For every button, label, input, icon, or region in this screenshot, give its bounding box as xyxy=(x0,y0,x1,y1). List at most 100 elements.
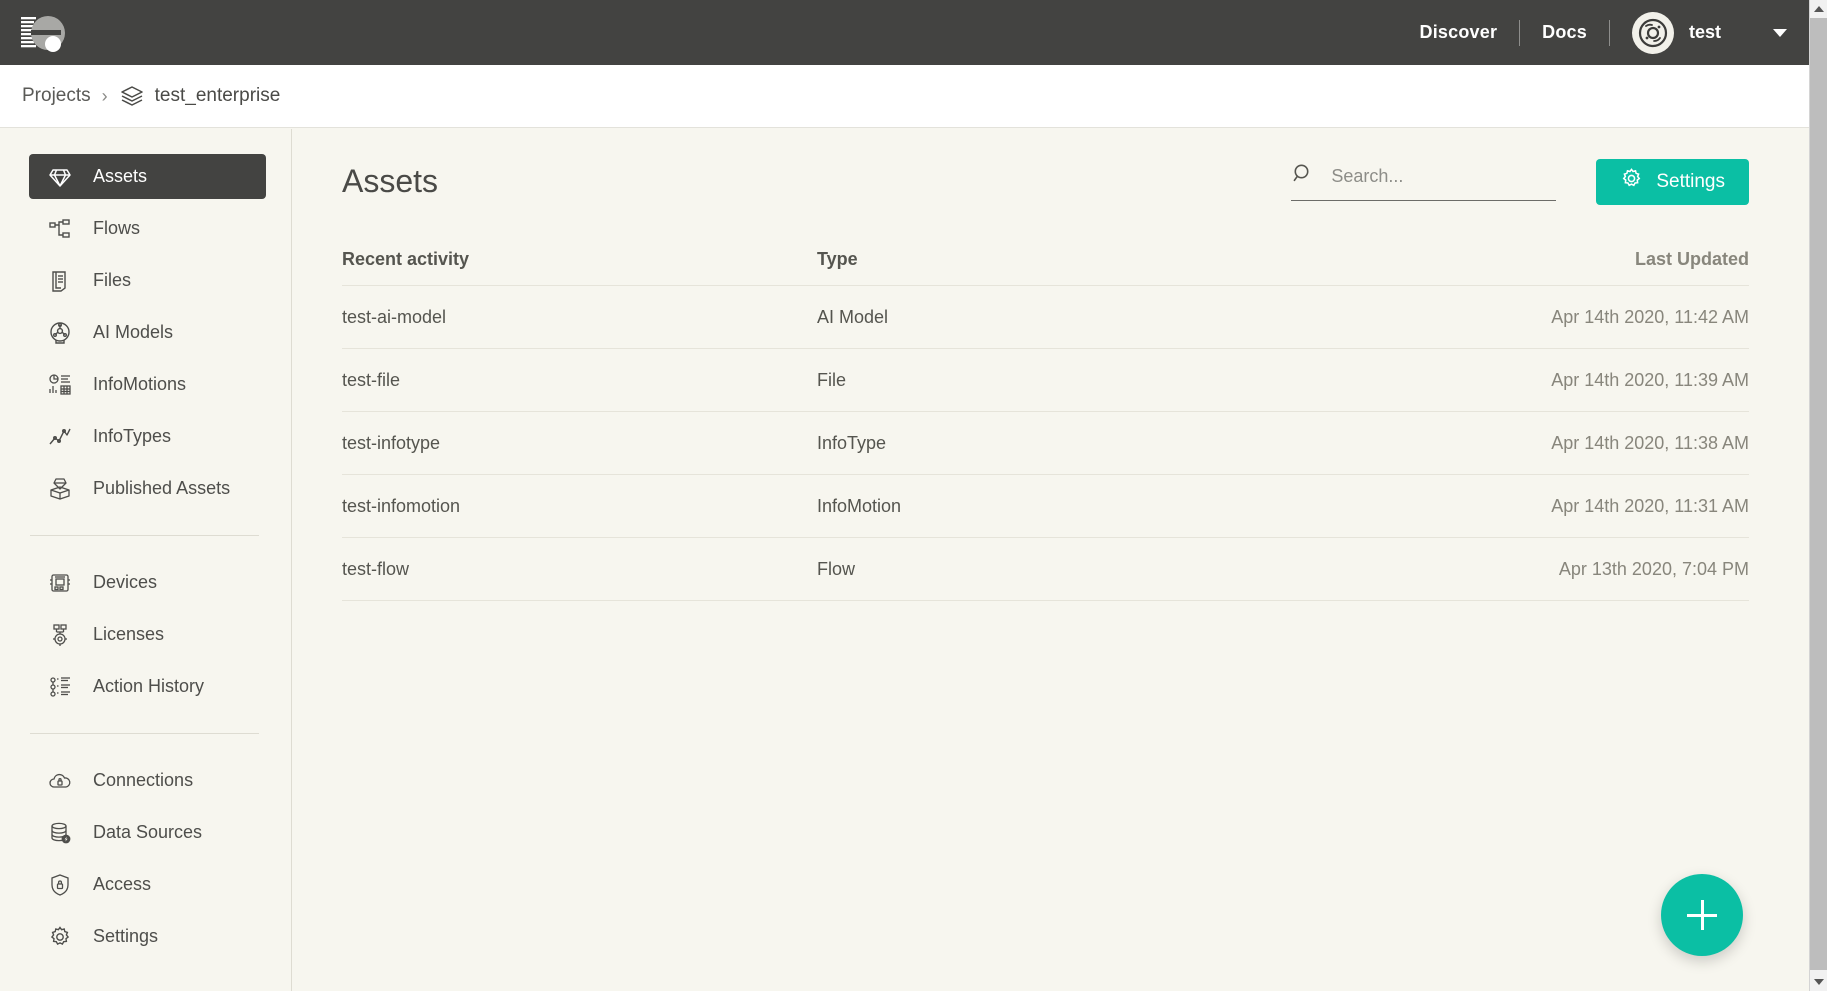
sidebar-item-label: Connections xyxy=(93,770,194,790)
cell-last-updated: Apr 14th 2020, 11:38 AM xyxy=(1551,432,1749,453)
sidebar-item-files[interactable]: Files xyxy=(29,258,266,303)
sidebar-item-label: Access xyxy=(93,874,152,894)
license-gear-icon xyxy=(46,621,73,648)
nav-link-docs[interactable]: Docs xyxy=(1520,22,1609,43)
page-title: Assets xyxy=(342,163,439,199)
sidebar-item-label: AI Models xyxy=(93,322,174,342)
table-row[interactable]: test-infotype InfoType Apr 14th 2020, 11… xyxy=(342,412,1749,475)
file-document-icon xyxy=(46,267,73,294)
column-header-last-updated: Last Updated xyxy=(1634,249,1749,269)
sidebar-item-devices[interactable]: Devices xyxy=(29,560,266,605)
sidebar-item-label: Settings xyxy=(93,926,159,946)
cell-last-updated: Apr 14th 2020, 11:39 AM xyxy=(1551,369,1749,390)
published-gem-icon xyxy=(46,475,73,502)
sidebar-item-action-history[interactable]: Action History xyxy=(29,664,266,709)
settings-button-label: Settings xyxy=(1656,170,1725,192)
column-header-recent-activity: Recent activity xyxy=(342,249,470,269)
cell-last-updated: Apr 14th 2020, 11:42 AM xyxy=(1551,306,1749,327)
cell-asset-name: test-file xyxy=(342,369,401,390)
gear-icon xyxy=(1620,167,1643,196)
search-input[interactable] xyxy=(1331,166,1537,187)
cell-asset-type: InfoMotion xyxy=(817,495,902,516)
table-row[interactable]: test-flow Flow Apr 13th 2020, 7:04 PM xyxy=(342,538,1749,601)
page-scrollbar[interactable] xyxy=(1809,0,1827,991)
shield-lock-icon xyxy=(46,871,73,898)
action-history-icon xyxy=(46,673,73,700)
sidebar-item-label: Published Assets xyxy=(93,478,231,498)
gear-icon xyxy=(46,923,73,950)
table-header-row: Recent activity Type Last Updated xyxy=(342,234,1749,286)
user-name-label: test xyxy=(1688,22,1721,42)
line-chart-icon xyxy=(46,423,73,450)
enterprise-logo[interactable] xyxy=(18,9,74,57)
sidebar-item-infotypes[interactable]: InfoTypes xyxy=(29,414,266,459)
sidebar-item-published-assets[interactable]: Published Assets xyxy=(29,466,266,511)
cell-asset-name: test-ai-model xyxy=(342,306,447,327)
main-content: Assets Search... Settings Recent activit… xyxy=(293,129,1809,991)
breadcrumb-projects-link[interactable]: Projects xyxy=(22,85,91,107)
table-row[interactable]: test-ai-model AI Model Apr 14th 2020, 11… xyxy=(342,286,1749,349)
top-navigation-bar: Discover Docs test xyxy=(0,0,1809,65)
device-chip-icon xyxy=(46,569,73,596)
database-bolt-icon xyxy=(46,819,73,846)
column-header-type: Type xyxy=(817,249,858,269)
cell-last-updated: Apr 14th 2020, 11:31 AM xyxy=(1551,495,1749,516)
settings-button[interactable]: Settings xyxy=(1596,158,1749,205)
search-box[interactable] xyxy=(1291,162,1557,201)
cell-last-updated: Apr 13th 2020, 7:04 PM xyxy=(1558,558,1749,579)
ai-model-icon xyxy=(46,319,73,346)
sidebar-item-label: Flows xyxy=(93,218,141,238)
assets-table: Recent activity Type Last Updated test-a… xyxy=(342,234,1749,601)
sidebar-item-assets[interactable]: Assets xyxy=(29,154,266,199)
layers-icon xyxy=(119,83,145,109)
sidebar-item-label: Action History xyxy=(93,676,205,696)
cell-asset-type: Flow xyxy=(817,558,856,579)
cell-asset-type: AI Model xyxy=(817,306,889,327)
table-row[interactable]: test-infomotion InfoMotion Apr 14th 2020… xyxy=(342,475,1749,538)
sidebar-item-ai-models[interactable]: AI Models xyxy=(29,310,266,355)
top-nav-links: Discover Docs test xyxy=(1398,0,1810,65)
sidebar-item-connections[interactable]: Connections xyxy=(29,758,266,803)
cell-asset-name: test-infomotion xyxy=(342,495,461,516)
table-row[interactable]: test-file File Apr 14th 2020, 11:39 AM xyxy=(342,349,1749,412)
sidebar-item-label: Assets xyxy=(93,166,148,186)
sidebar-item-infomotions[interactable]: InfoMotions xyxy=(29,362,266,407)
flow-nodes-icon xyxy=(46,215,73,242)
cell-asset-type: File xyxy=(817,369,847,390)
cell-asset-name: test-flow xyxy=(342,558,410,579)
table-body: test-ai-model AI Model Apr 14th 2020, 11… xyxy=(342,286,1749,601)
sidebar-item-label: Files xyxy=(93,270,132,290)
add-asset-fab[interactable] xyxy=(1661,874,1743,956)
cell-asset-type: InfoType xyxy=(817,432,887,453)
sidebar-item-label: Data Sources xyxy=(93,822,203,842)
sidebar-divider xyxy=(30,733,259,734)
scrollbar-thumb[interactable] xyxy=(1810,18,1827,970)
search-icon xyxy=(1291,162,1315,191)
sidebar-item-label: Licenses xyxy=(93,624,165,644)
breadcrumb-separator: › xyxy=(101,85,108,106)
sidebar-item-flows[interactable]: Flows xyxy=(29,206,266,251)
user-menu[interactable]: test xyxy=(1610,11,1721,54)
scroll-up-arrow-icon[interactable] xyxy=(1810,0,1827,18)
sidebar-item-settings[interactable]: Settings xyxy=(29,914,266,959)
sidebar-item-label: Devices xyxy=(93,572,158,592)
sidebar-item-access[interactable]: Access xyxy=(29,862,266,907)
cell-asset-name: test-infotype xyxy=(342,432,441,453)
breadcrumb: Projects › test_enterprise xyxy=(0,65,1809,128)
sidebar-divider xyxy=(30,535,259,536)
header-actions: Settings xyxy=(1291,158,1749,205)
sidebar-item-data-sources[interactable]: Data Sources xyxy=(29,810,266,855)
dashboard-charts-icon xyxy=(46,371,73,398)
app-root: Discover Docs test Projects › test_enter… xyxy=(0,0,1827,991)
sidebar-item-label: InfoMotions xyxy=(93,374,187,394)
nav-link-discover[interactable]: Discover xyxy=(1398,22,1520,43)
scroll-down-arrow-icon[interactable] xyxy=(1810,973,1827,991)
diamond-icon xyxy=(46,163,73,190)
user-avatar-icon xyxy=(1631,11,1674,54)
breadcrumb-current-project: test_enterprise xyxy=(154,85,281,106)
sidebar-item-label: InfoTypes xyxy=(93,426,172,446)
sidebar-item-licenses[interactable]: Licenses xyxy=(29,612,266,657)
cloud-lock-icon xyxy=(46,767,73,794)
sidebar-navigation: Assets Flows Files AI Models InfoMotions… xyxy=(0,129,292,991)
chevron-down-icon[interactable] xyxy=(1773,28,1787,37)
